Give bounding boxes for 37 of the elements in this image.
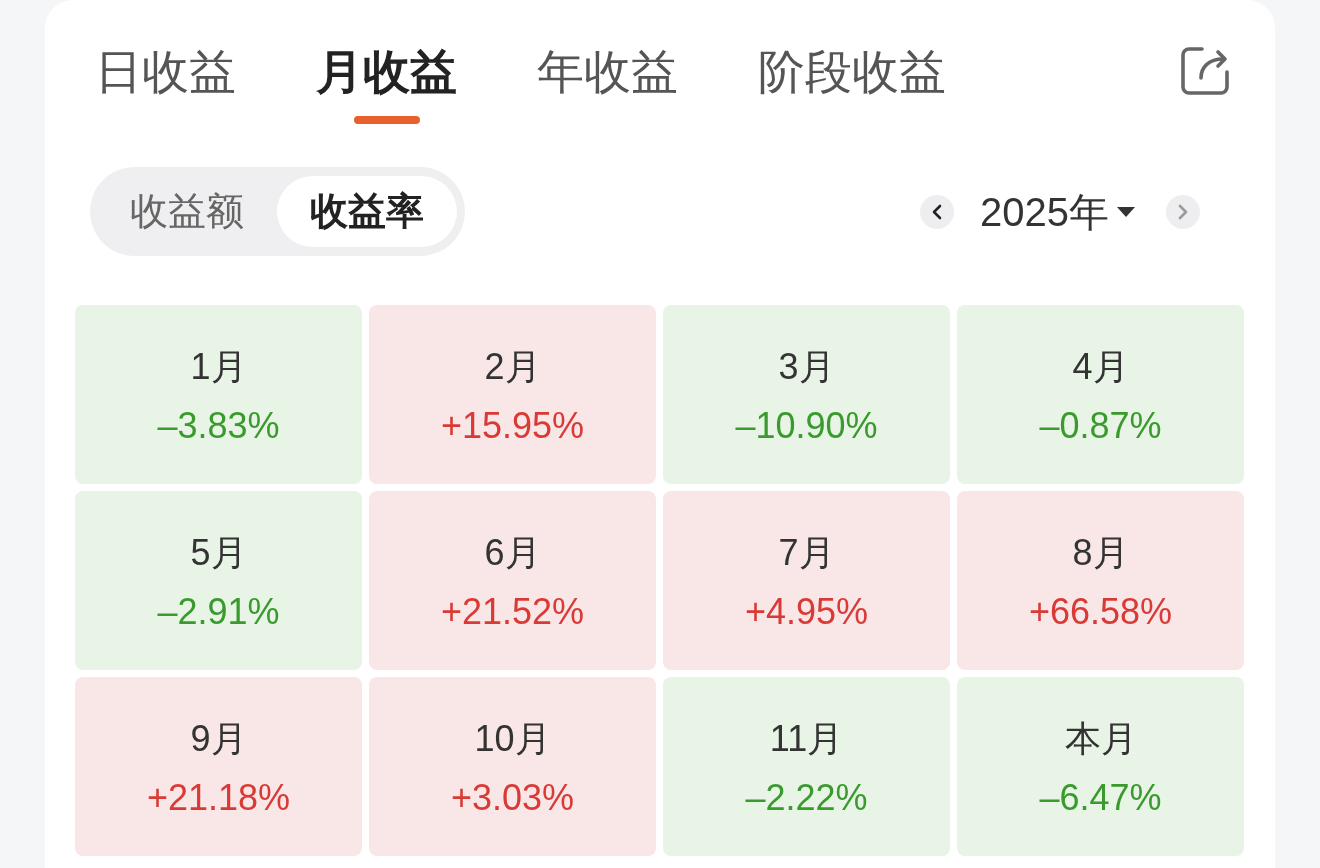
share-button[interactable] — [1180, 46, 1230, 96]
segment-option[interactable]: 收益率 — [277, 176, 457, 247]
tab[interactable]: 年收益 — [537, 44, 678, 124]
return-value: –0.87% — [1039, 404, 1162, 448]
return-value: +21.18% — [146, 776, 291, 820]
return-value: +3.03% — [450, 776, 575, 820]
return-value: –2.91% — [157, 590, 280, 634]
tab[interactable]: 日收益 — [95, 44, 236, 124]
return-value: –6.47% — [1039, 776, 1162, 820]
caret-down-icon — [1117, 206, 1135, 217]
return-value: –10.90% — [735, 404, 878, 448]
return-value: +4.95% — [744, 590, 869, 634]
month-label: 10月 — [474, 717, 551, 761]
year-dropdown[interactable]: 2025年 — [980, 187, 1135, 236]
month-label: 5月 — [190, 531, 247, 575]
month-label: 本月 — [1064, 717, 1137, 761]
chevron-right-icon — [1178, 203, 1188, 220]
return-value: –3.83% — [157, 404, 280, 448]
return-value: +66.58% — [1028, 590, 1173, 634]
month-label: 3月 — [778, 345, 835, 389]
share-icon — [1180, 46, 1230, 96]
tab[interactable]: 月收益 — [316, 44, 457, 124]
chevron-left-icon — [932, 203, 942, 220]
previous-year-button[interactable] — [920, 194, 954, 229]
return-value: +15.95% — [440, 404, 585, 448]
month-label: 4月 — [1072, 345, 1129, 389]
month-label: 7月 — [778, 531, 835, 575]
return-value: –2.22% — [745, 776, 868, 820]
return-value: +21.52% — [440, 590, 585, 634]
month-label: 8月 — [1072, 531, 1129, 575]
month-label: 6月 — [484, 531, 541, 575]
month-label: 1月 — [190, 345, 247, 389]
tab[interactable]: 阶段收益 — [758, 44, 946, 124]
month-label: 11月 — [769, 717, 844, 761]
month-label: 2月 — [484, 345, 541, 389]
month-label: 9月 — [190, 717, 247, 761]
segment-option[interactable]: 收益额 — [100, 176, 277, 247]
